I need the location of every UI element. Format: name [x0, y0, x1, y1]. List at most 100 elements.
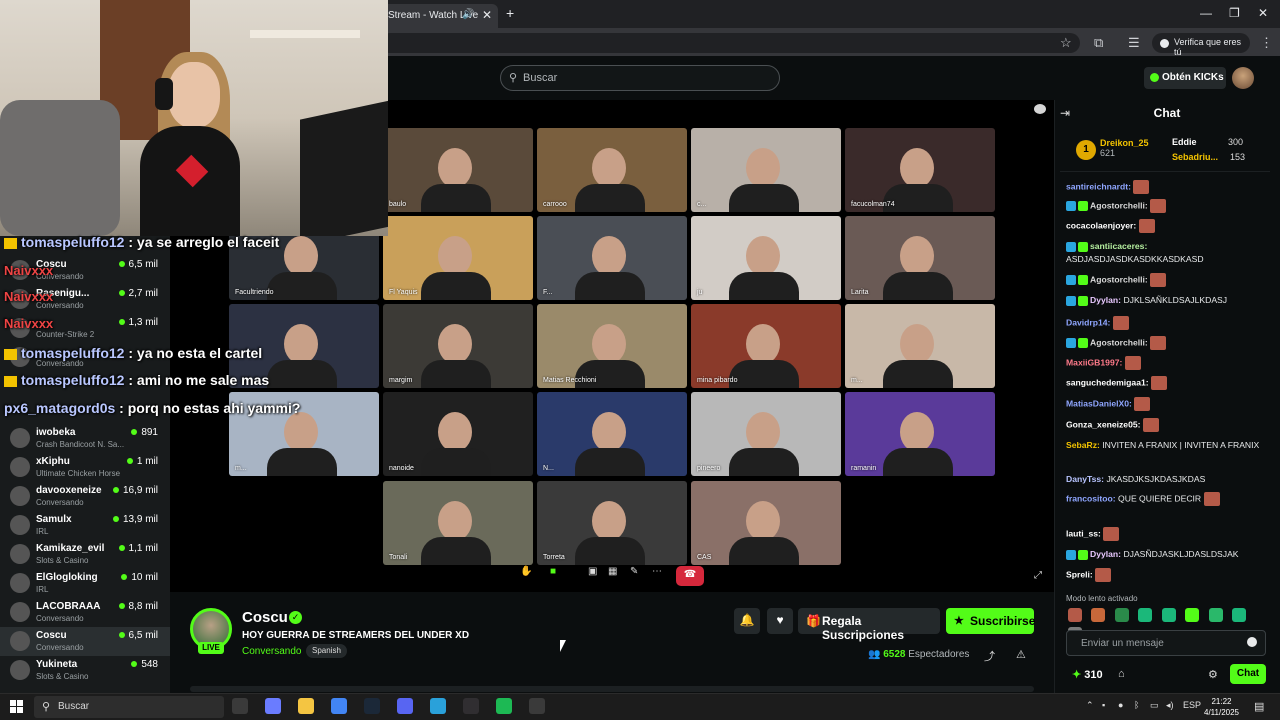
notifications-bell-button[interactable]: 🔔 — [734, 608, 760, 634]
participant-tile[interactable]: pineero — [691, 392, 841, 476]
participant-tile[interactable]: Torreta — [537, 481, 687, 565]
tab-close-icon[interactable]: ✕ — [482, 8, 492, 22]
emoji-picker-icon[interactable] — [1247, 637, 1257, 647]
chat-username[interactable]: Gonza_xeneize05: — [1066, 419, 1141, 429]
bookmark-star-icon[interactable]: ☆ — [1060, 35, 1072, 51]
participant-tile[interactable]: carrooo — [537, 128, 687, 212]
volume-icon[interactable] — [1034, 104, 1046, 114]
sidebar-channel-item[interactable]: davooxeneize Conversando 16,9 mil — [0, 482, 170, 511]
windows-start-icon[interactable] — [10, 700, 23, 713]
more-options-icon[interactable]: ⋯ — [652, 566, 662, 577]
taskbar-clock[interactable]: 21:22 4/11/2025 — [1204, 696, 1239, 718]
task-view-icon[interactable] — [232, 698, 248, 714]
sidebar-channel-item[interactable]: ElGlogloking IRL 10 mil — [0, 569, 170, 598]
search-input[interactable]: ⚲ Buscar — [500, 65, 780, 91]
extensions-icon[interactable]: ⧉ — [1094, 35, 1103, 51]
user-avatar[interactable] — [1232, 67, 1254, 89]
tray-chevron-icon[interactable]: ⌃ — [1086, 700, 1094, 711]
browser-menu-icon[interactable]: ⋮ — [1260, 35, 1273, 51]
emote-icon[interactable] — [1114, 608, 1129, 622]
participant-tile[interactable]: margim — [383, 304, 533, 388]
chat-message-input[interactable]: Enviar un mensaje — [1066, 630, 1266, 656]
emote-icon[interactable] — [1232, 608, 1247, 622]
chat-username[interactable]: MatiasDanielX0: — [1066, 398, 1132, 408]
screen-share-icon[interactable]: ▣ — [588, 566, 597, 577]
chat-username[interactable]: Agostorchelli: — [1090, 200, 1148, 210]
emote-icon[interactable] — [1091, 608, 1106, 622]
participant-tile[interactable]: Matias Recchioni — [537, 304, 687, 388]
sidebar-channel-item[interactable]: LACOBRAAA Conversando 8,8 mil — [0, 598, 170, 627]
chat-username[interactable]: Dyylan: — [1090, 295, 1121, 305]
report-icon[interactable]: ⚠ — [1016, 648, 1026, 661]
telegram-icon[interactable] — [430, 698, 446, 714]
emote-icon[interactable] — [1138, 608, 1153, 622]
tray-icon[interactable]: ▪ — [1102, 700, 1105, 710]
address-field[interactable] — [380, 33, 1080, 53]
participant-tile[interactable]: baulo — [383, 128, 533, 212]
sidebar-channel-item[interactable]: xKiphu Ultimate Chicken Horse 1 mil — [0, 453, 170, 482]
participant-tile[interactable]: Fl Yaquis — [383, 216, 533, 300]
notifications-icon[interactable]: ▤ — [1254, 700, 1264, 713]
language-tag[interactable]: Spanish — [306, 644, 347, 658]
chat-username[interactable]: sanguchedemigaa1: — [1066, 377, 1149, 387]
verify-profile-button[interactable]: Verifica que eres tú — [1152, 33, 1250, 57]
sidebar-channel-item[interactable]: Coscu Conversando 6,5 mil — [0, 627, 170, 656]
chat-username[interactable]: Agostorchelli: — [1090, 274, 1148, 284]
copilot-icon[interactable] — [265, 698, 281, 714]
minimize-icon[interactable]: — — [1200, 6, 1212, 20]
taskbar-search[interactable]: ⚲ Buscar — [34, 696, 224, 718]
participant-tile[interactable]: Tonali — [383, 481, 533, 565]
bluetooth-icon[interactable]: ᛒ — [1134, 700, 1139, 710]
sidebar-channel-item[interactable]: Kamikaze_evil Slots & Casino 1,1 mil — [0, 540, 170, 569]
store-icon[interactable]: ⌂ — [1118, 668, 1125, 680]
channel-points[interactable]: 310 — [1072, 668, 1102, 681]
participant-tile[interactable]: mina pibardo — [691, 304, 841, 388]
chat-username[interactable]: santireichnardt: — [1066, 181, 1131, 191]
participant-tile[interactable]: nanoide — [383, 392, 533, 476]
close-window-icon[interactable]: ✕ — [1258, 6, 1268, 20]
emote-icon[interactable] — [1068, 608, 1082, 622]
steam-icon[interactable] — [364, 698, 380, 714]
effects-icon[interactable]: ✎ — [630, 566, 638, 577]
fullscreen-icon[interactable]: ⤢ — [1034, 570, 1042, 581]
send-chat-button[interactable]: Chat — [1230, 664, 1266, 684]
discord-icon[interactable] — [397, 698, 413, 714]
get-kicks-button[interactable]: Obtén KICKs — [1144, 67, 1226, 89]
hand-icon[interactable]: ✋ — [520, 566, 532, 577]
stream-category[interactable]: Conversando — [242, 646, 301, 657]
speaker-icon[interactable]: ◂) — [1166, 700, 1174, 711]
browser-tab[interactable]: Stream - Watch Live 🔊 ✕ — [380, 4, 498, 28]
participant-tile[interactable]: facucolman74 — [845, 128, 995, 212]
chat-username[interactable]: SebaRz: — [1066, 440, 1100, 450]
grid-view-icon[interactable]: ▦ — [608, 566, 617, 577]
end-call-icon[interactable]: ☎ — [676, 566, 704, 586]
follow-heart-button[interactable]: ♥ — [767, 608, 793, 634]
share-icon[interactable]: ⤴ — [984, 648, 995, 664]
chat-username[interactable]: Davidrp14: — [1066, 317, 1110, 327]
camera-icon[interactable]: ■ — [550, 566, 556, 577]
participant-tile[interactable]: c... — [691, 128, 841, 212]
sidebar-channel-item[interactable]: Samulx IRL 13,9 mil — [0, 511, 170, 540]
chat-username[interactable]: Dyylan: — [1090, 549, 1121, 559]
emote-icon[interactable] — [1161, 608, 1176, 622]
chat-settings-gear-icon[interactable]: ⚙ — [1208, 668, 1218, 681]
chat-username[interactable]: Spreli: — [1066, 569, 1093, 579]
chat-username[interactable]: MaxiiGB1997: — [1066, 357, 1122, 367]
gift-subs-button[interactable]: 🎁 Regala Suscripciones — [798, 608, 940, 642]
network-icon[interactable]: ▭ — [1150, 700, 1159, 711]
language-indicator[interactable]: ESP — [1183, 700, 1201, 710]
restore-icon[interactable]: ❐ — [1229, 6, 1240, 20]
new-tab-icon[interactable]: + — [506, 5, 514, 21]
channel-name[interactable]: Coscu — [242, 609, 288, 626]
file-explorer-icon[interactable] — [298, 698, 314, 714]
emote-icon[interactable] — [1185, 608, 1200, 622]
mic-icon[interactable]: ● — [1118, 700, 1123, 710]
chat-username[interactable]: Agostorchelli: — [1090, 337, 1148, 347]
participant-tile[interactable]: CAS — [691, 481, 841, 565]
chrome-icon[interactable] — [331, 698, 347, 714]
chat-username[interactable]: francositoo: — [1066, 493, 1116, 503]
participant-tile[interactable]: m... — [845, 304, 995, 388]
reading-list-icon[interactable]: ☰ — [1128, 35, 1140, 51]
emote-icon[interactable] — [1208, 608, 1223, 622]
kick-icon[interactable] — [529, 698, 545, 714]
